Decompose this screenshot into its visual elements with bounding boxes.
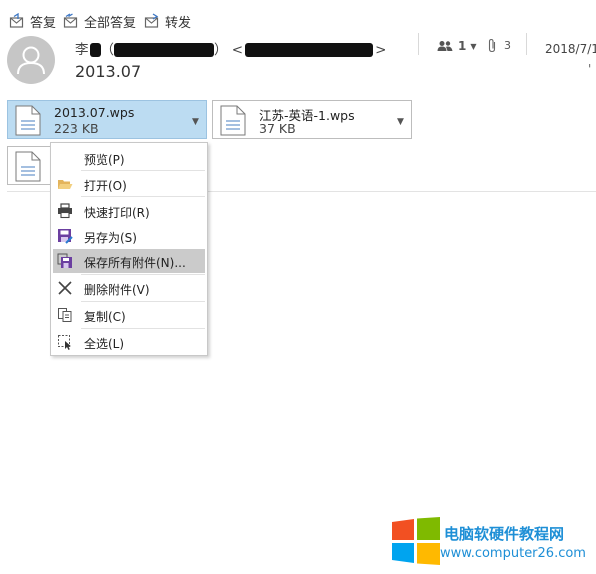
printer-icon	[58, 203, 72, 219]
watermark-url: www.computer26.com	[440, 546, 586, 561]
document-icon	[15, 105, 41, 136]
chevron-down-icon[interactable]: ▼	[192, 117, 199, 127]
chevron-down-icon: ▼	[470, 41, 477, 51]
reply-button[interactable]: 答复	[9, 11, 56, 31]
menu-separator	[81, 301, 205, 302]
menu-separator	[81, 196, 205, 197]
menu-item-label: 打开(O)	[84, 179, 127, 193]
menu-item-label: 全选(L)	[84, 337, 125, 351]
attachment-count: 3	[487, 38, 511, 53]
attachment-size: 223 KB	[54, 121, 99, 136]
select-all-icon	[58, 335, 71, 350]
attachment-size: 37 KB	[259, 121, 296, 136]
close-icon	[58, 281, 72, 295]
reply-all-label: 全部答复	[84, 15, 137, 31]
sender-line[interactable]: 李 （ ） < >	[75, 38, 386, 58]
paperclip-icon	[488, 38, 496, 53]
reply-all-button[interactable]: 全部答复	[63, 11, 136, 31]
menu-item-label: 快速打印(R)	[84, 206, 150, 220]
sender-paren-open: （	[100, 42, 115, 58]
watermark-title: 电脑软硬件教程网	[444, 525, 565, 543]
forward-label: 转发	[165, 15, 192, 31]
sender-name-prefix: 李	[75, 42, 89, 58]
email-subject: 2013.07	[75, 62, 142, 81]
menu-item-label: 删除附件(V)	[84, 283, 150, 297]
menu-item-open[interactable]: 打开(O)	[53, 173, 205, 195]
people-icon	[437, 41, 453, 51]
email-date: 2018/7/1	[545, 42, 596, 56]
participants-button[interactable]: 1 ▼	[437, 39, 477, 53]
save-all-icon	[57, 253, 72, 268]
reply-icon	[9, 13, 24, 28]
header-divider	[418, 33, 419, 55]
sender-email-close: >	[375, 42, 387, 58]
windows-logo-icon	[392, 517, 440, 565]
sender-paren-close: ）	[214, 42, 228, 58]
attachment-item[interactable]: 江苏-英语-1.wps 37 KB ▼	[212, 100, 412, 139]
menu-item-select-all[interactable]: 全选(L)	[53, 331, 205, 353]
document-icon	[15, 151, 41, 182]
menu-separator	[81, 274, 205, 275]
menu-item-save-all[interactable]: 保存所有附件(N)...	[53, 249, 205, 273]
reply-label: 答复	[30, 15, 57, 31]
forward-button[interactable]: 转发	[144, 11, 191, 31]
save-as-icon	[58, 229, 73, 244]
menu-item-save-as[interactable]: 另存为(S)	[53, 225, 205, 247]
menu-item-label: 另存为(S)	[84, 231, 137, 245]
menu-item-label: 预览(P)	[84, 153, 125, 167]
attachment-item[interactable]: 2013.07.wps 223 KB ▼	[7, 100, 207, 139]
menu-item-label: 复制(C)	[84, 310, 126, 324]
redacted-block	[114, 43, 214, 57]
redacted-block	[89, 43, 101, 57]
attachment-count-value: 3	[504, 39, 511, 52]
copy-icon	[58, 308, 72, 322]
attachment-name: 2013.07.wps	[54, 105, 135, 120]
reply-all-icon	[63, 13, 78, 28]
menu-item-quick-print[interactable]: 快速打印(R)	[53, 200, 205, 222]
sender-email-open: <	[231, 42, 244, 58]
attachment-item[interactable]	[7, 146, 53, 185]
document-icon	[220, 105, 246, 136]
header-divider	[526, 33, 527, 55]
menu-item-copy[interactable]: 复制(C)	[53, 304, 205, 326]
attachment-context-menu: 预览(P) 打开(O) 快速打印(R) 另存为(S) 保存所有附件(N)... …	[50, 142, 208, 356]
menu-item-label: 保存所有附件(N)...	[84, 256, 186, 270]
person-icon	[17, 46, 45, 75]
avatar[interactable]	[7, 36, 55, 84]
folder-open-icon	[58, 180, 73, 189]
menu-item-delete-attachment[interactable]: 删除附件(V)	[53, 277, 205, 299]
forward-icon	[144, 13, 159, 28]
menu-separator	[81, 328, 205, 329]
participants-count: 1	[458, 39, 467, 53]
menu-separator	[81, 170, 205, 171]
chevron-down-icon[interactable]: ▼	[397, 117, 404, 127]
redacted-block	[245, 43, 374, 57]
menu-item-preview[interactable]: 预览(P)	[53, 147, 205, 169]
scroll-indicator: '	[588, 62, 592, 76]
